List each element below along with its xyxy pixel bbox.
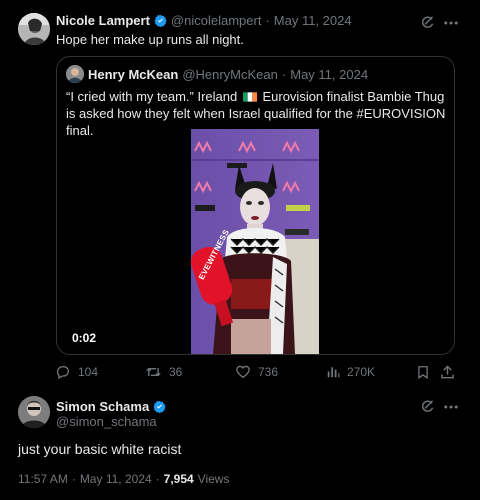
meta-separator-2: · [155,472,160,486]
reply-author-name[interactable]: Simon Schama [56,399,149,414]
quoted-video[interactable]: EVEWITNESS [191,129,319,354]
quoted-author-name[interactable]: Henry McKean [88,67,178,82]
reply-meta: 11:57 AM · May 11, 2024 · 7,954 Views [18,472,229,486]
like-count: 736 [258,365,279,379]
grok-icon[interactable] [420,399,435,414]
quoted-tweet-date[interactable]: May 11, 2024 [290,67,368,82]
author-handle[interactable]: @nicolelampert [171,13,262,28]
avatar-image [66,65,84,83]
views-chart-icon [327,367,340,378]
verified-badge-icon [154,14,167,27]
reply-date[interactable]: May 11, 2024 [80,472,152,486]
quoted-text-part-1: “I cried with my team.” Ireland [66,89,238,104]
more-options-icon[interactable] [442,398,460,416]
quoted-author-handle[interactable]: @HenryMcKean [182,67,278,82]
reply-author-name-row: Simon Schama [56,399,166,414]
views-count: 270K [347,365,376,379]
avatar-nicole-lampert[interactable] [18,13,50,45]
reply-text: just your basic white racist [18,441,182,457]
grok-icon[interactable] [420,15,435,30]
reply-views-label: Views [197,472,230,486]
video-thumbnail [191,129,319,354]
verified-badge-icon [153,400,166,413]
avatar-image [18,13,50,45]
retweet-action[interactable]: 36 [145,364,182,380]
author-name[interactable]: Nicole Lampert [56,13,150,28]
retweet-icon [146,367,161,377]
more-options-icon[interactable] [442,14,460,32]
reply-time[interactable]: 11:57 AM [18,472,68,486]
ireland-flag-icon [242,89,257,102]
header-separator: · [265,13,270,28]
reply-views-count: 7,954 [163,472,194,486]
avatar-henry-mckean[interactable] [66,65,84,83]
quoted-header-separator: · [281,67,287,82]
reply-author-handle[interactable]: @simon_schama [56,414,157,429]
tweet-date[interactable]: May 11, 2024 [274,13,352,28]
quoted-tweet-header: Henry McKean @HenryMcKean · May 11, 2024 [88,67,368,82]
video-duration: 0:02 [72,331,97,345]
reply-action[interactable]: 104 [55,364,98,380]
reply-count: 104 [78,365,99,379]
share-icon[interactable] [440,364,455,380]
like-action[interactable]: 736 [235,364,278,380]
avatar-simon-schama[interactable] [18,396,50,428]
heart-icon [236,365,250,379]
reply-icon [56,366,70,380]
retweet-count: 36 [169,365,183,379]
views-action[interactable]: 270K [326,364,375,380]
tweet-text: Hope her make up runs all night. [56,32,244,47]
meta-separator: · [71,472,76,486]
tweet-header: Nicole Lampert @nicolelampert · May 11, … [56,13,352,28]
bookmark-icon[interactable] [416,364,430,380]
avatar-image [18,396,50,428]
